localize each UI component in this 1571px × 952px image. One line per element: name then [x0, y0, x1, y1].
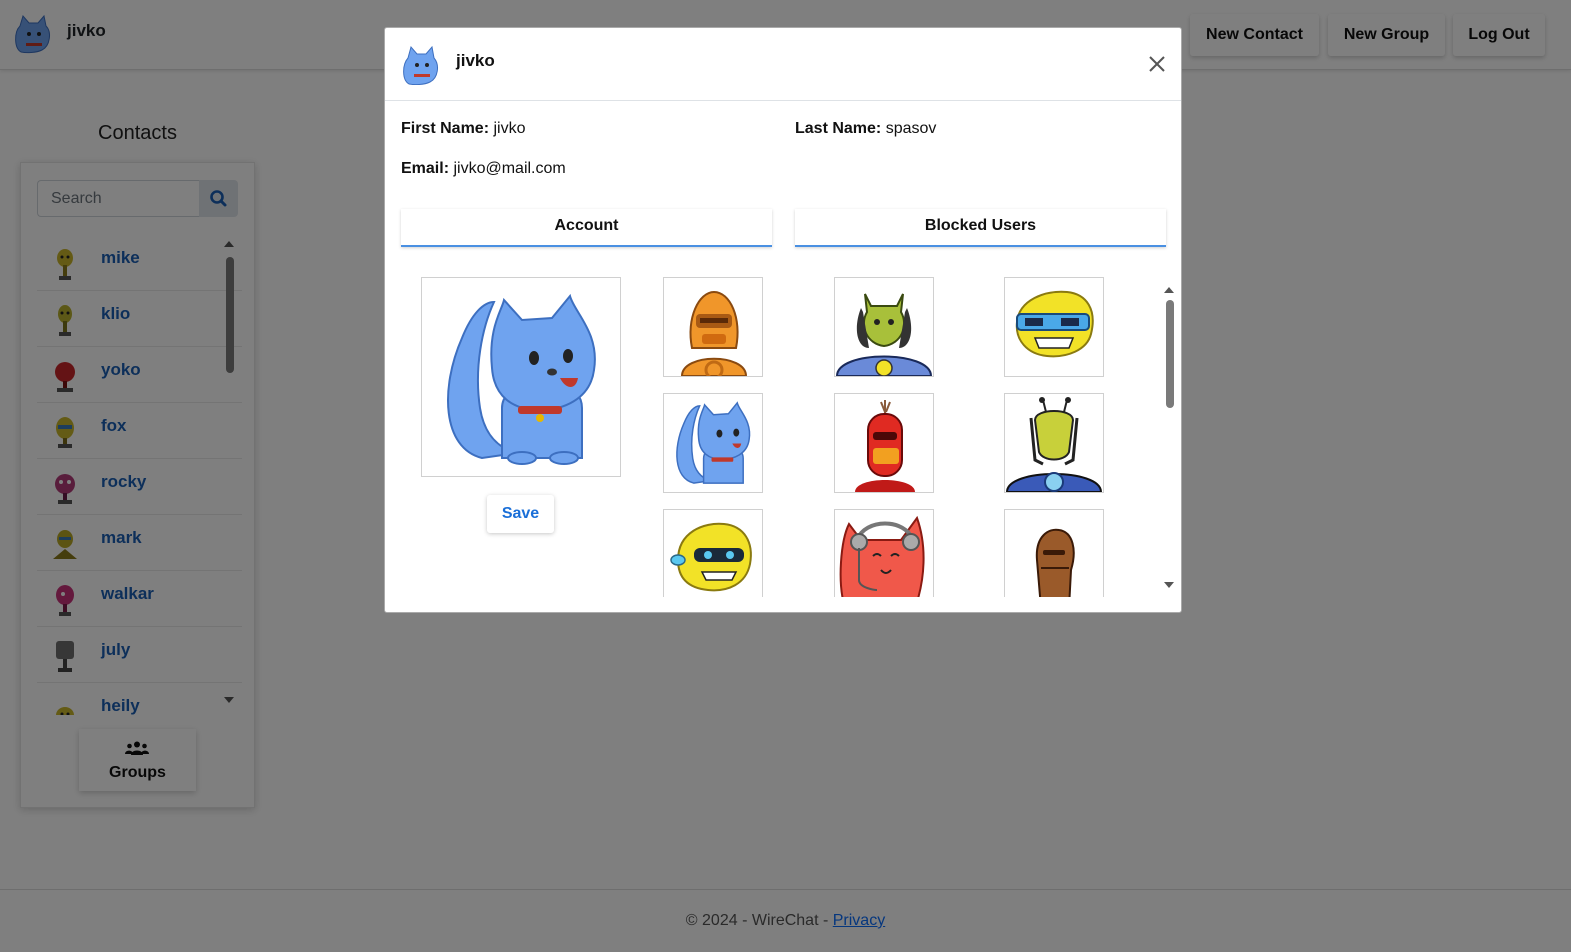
- modal-title: jivko: [456, 51, 495, 70]
- avatar-option-yellow-robot-mask[interactable]: [663, 509, 763, 597]
- modal-header: jivko: [385, 28, 1181, 101]
- green-alien-icon: [835, 293, 933, 376]
- email-field: Email: jivko@mail.com: [401, 160, 566, 178]
- email-value: jivko@mail.com: [453, 160, 566, 177]
- avatar-option-red-cat-headphones[interactable]: [834, 509, 934, 597]
- close-icon[interactable]: [1145, 52, 1169, 76]
- scroll-down-arrow-icon[interactable]: [1164, 582, 1174, 588]
- last-name-label: Last Name:: [795, 120, 882, 137]
- blue-cat-icon: [676, 401, 751, 484]
- alien-armor-icon: [1005, 397, 1103, 492]
- avatar-grid-scrollbar[interactable]: [1166, 300, 1174, 408]
- avatar-option-yellow-robot-visor[interactable]: [1004, 277, 1104, 377]
- profile-modal: jivko First Name: jivko Last Name: spaso…: [384, 27, 1182, 613]
- red-robot-icon: [855, 400, 915, 492]
- email-label: Email:: [401, 160, 450, 177]
- red-cat-headphones-icon: [839, 515, 925, 597]
- first-name-field: First Name: jivko: [401, 120, 526, 138]
- yellow-robot-visor-icon: [1015, 290, 1094, 358]
- tab-blocked-users[interactable]: Blocked Users: [795, 209, 1166, 247]
- avatar-option-green-alien[interactable]: [834, 277, 934, 377]
- first-name-value: jivko: [493, 120, 526, 137]
- avatar-options-grid[interactable]: [385, 277, 1181, 597]
- scroll-up-arrow-icon[interactable]: [1164, 287, 1174, 293]
- user-avatar-icon: [403, 45, 438, 85]
- orange-robot-icon: [680, 290, 748, 376]
- last-name-value: spasov: [885, 120, 937, 137]
- yellow-robot-mask-icon: [670, 522, 752, 592]
- avatar-option-blue-cat[interactable]: [663, 393, 763, 493]
- avatar-option-brown-robot[interactable]: [1004, 509, 1104, 597]
- avatar-option-red-robot[interactable]: [834, 393, 934, 493]
- last-name-field: Last Name: spasov: [795, 120, 936, 138]
- first-name-label: First Name:: [401, 120, 490, 137]
- tab-account[interactable]: Account: [401, 209, 772, 247]
- brown-robot-icon: [1035, 528, 1075, 597]
- avatar-option-orange-robot[interactable]: [663, 277, 763, 377]
- avatar-option-alien-armor[interactable]: [1004, 393, 1104, 493]
